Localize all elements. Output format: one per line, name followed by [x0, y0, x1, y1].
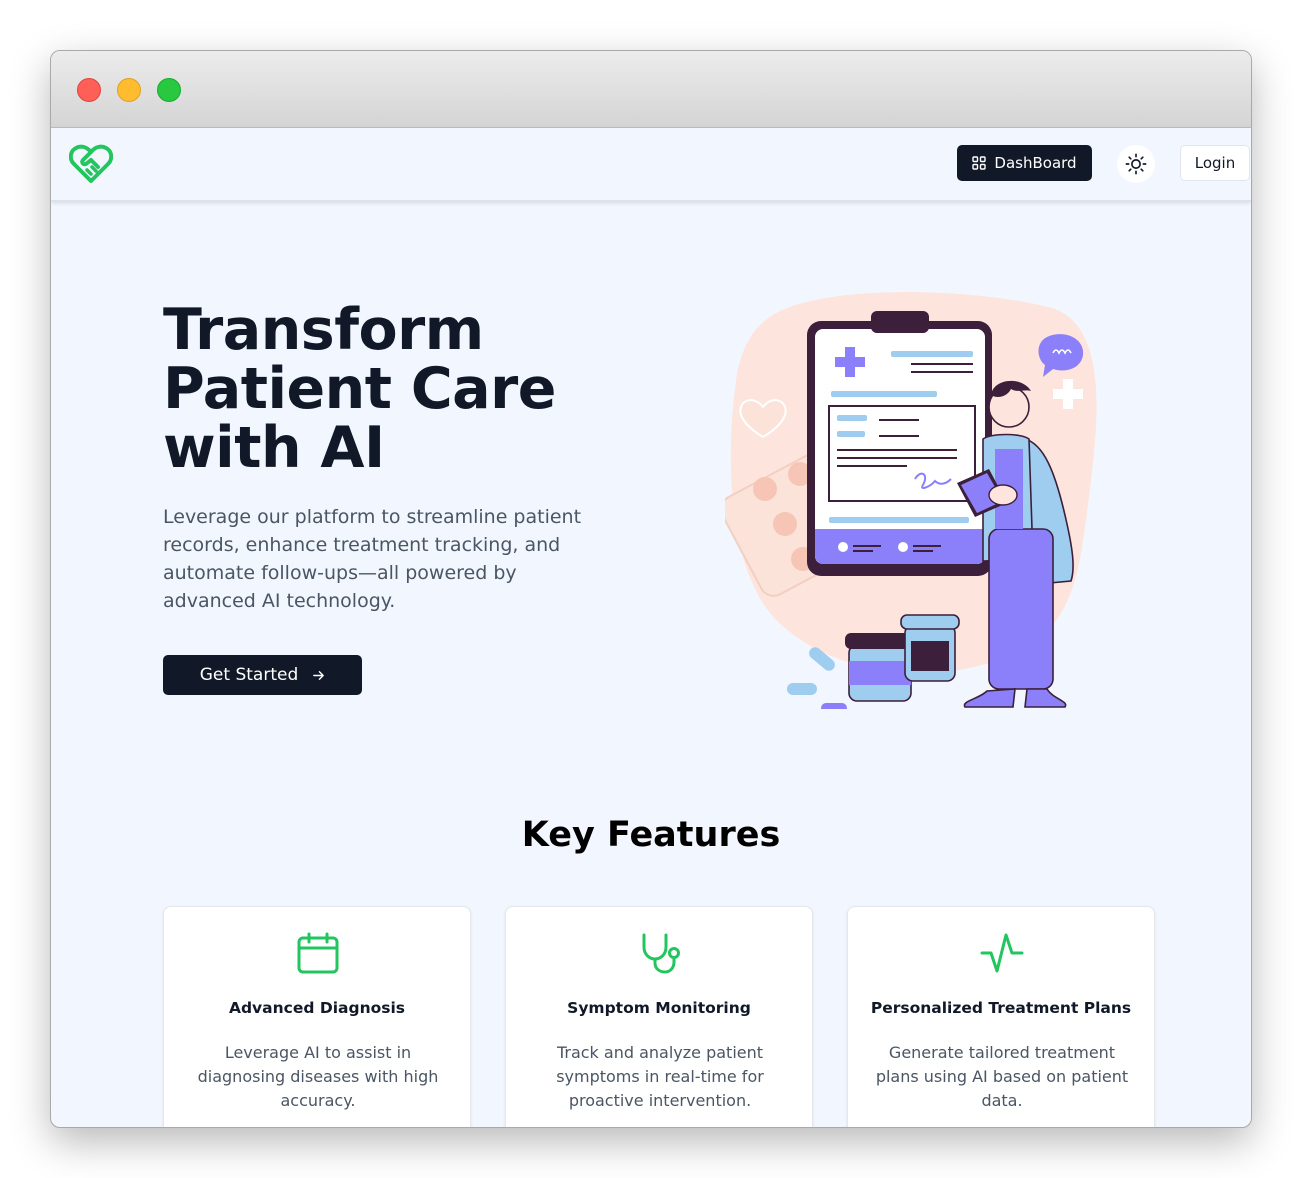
- hero-title-line-1: Transform: [163, 297, 484, 363]
- feature-card-title: Advanced Diagnosis: [228, 999, 406, 1017]
- hero-title: Transform Patient Care with AI: [163, 301, 643, 478]
- dashboard-button[interactable]: DashBoard: [957, 145, 1092, 181]
- feature-card-title: Symptom Monitoring: [567, 999, 751, 1017]
- hero-subtitle: Leverage our platform to streamline pati…: [163, 506, 582, 612]
- get-started-button[interactable]: Get Started: [163, 655, 362, 695]
- hero-title-line-3: with AI: [163, 415, 385, 481]
- top-navbar: DashBoard Login: [51, 128, 1251, 201]
- key-features-title: Key Features: [521, 815, 781, 855]
- doctor-illustration: [725, 292, 1097, 709]
- hero-title-line-2: Patient Care: [163, 356, 556, 422]
- calendar-icon: [297, 932, 339, 974]
- get-started-label: Get Started: [199, 665, 299, 685]
- theme-toggle-button[interactable]: [1117, 145, 1155, 183]
- minimize-window-button[interactable]: [117, 78, 141, 102]
- feature-card-description: Track and analyze patient symptoms in re…: [556, 1043, 764, 1110]
- stethoscope-icon: [642, 933, 680, 974]
- window-titlebar: [51, 51, 1251, 128]
- feature-card-personalized-treatment: Personalized Treatment Plans Generate ta…: [847, 906, 1155, 1127]
- login-button[interactable]: Login: [1180, 145, 1250, 181]
- feature-card-advanced-diagnosis: Advanced Diagnosis Leverage AI to assist…: [163, 906, 471, 1127]
- feature-card-symptom-monitoring: Symptom Monitoring Track and analyze pat…: [505, 906, 813, 1127]
- browser-window: DashBoard Login Transform Patient Care w…: [50, 50, 1252, 1128]
- feature-card-title: Personalized Treatment Plans: [870, 999, 1132, 1017]
- grid-icon: [972, 156, 987, 170]
- arrow-right-icon: [313, 670, 325, 680]
- dashboard-button-label: DashBoard: [994, 154, 1077, 172]
- sun-icon: [1125, 153, 1147, 175]
- close-window-button[interactable]: [77, 78, 101, 102]
- login-button-label: Login: [1194, 154, 1236, 172]
- feature-card-description: Generate tailored treatment plans using …: [875, 1043, 1129, 1110]
- activity-icon: [980, 933, 1024, 973]
- feature-card-description: Leverage AI to assist in diagnosing dise…: [197, 1043, 439, 1110]
- heart-handshake-logo-icon[interactable]: [68, 143, 114, 185]
- maximize-window-button[interactable]: [157, 78, 181, 102]
